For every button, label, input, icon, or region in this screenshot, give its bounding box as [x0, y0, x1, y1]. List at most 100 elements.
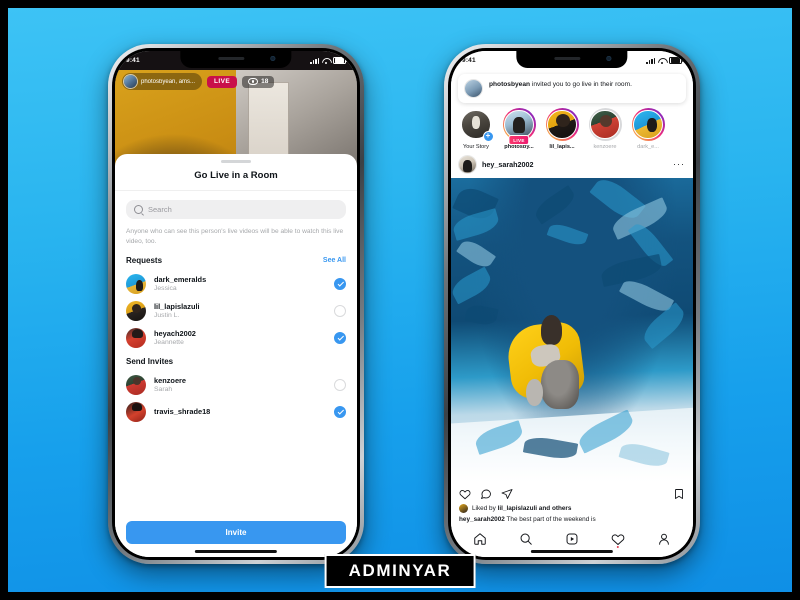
- caption-author[interactable]: hey_sarah2002: [459, 516, 505, 523]
- live-header-bar: photosbyean, ams... LIVE 18: [115, 73, 357, 90]
- search-input[interactable]: Search: [126, 200, 346, 219]
- live-participants-pill[interactable]: photosbyean, ams...: [122, 73, 203, 90]
- left-phone-screen: photosbyean, ams... LIVE 18 Go Live in a…: [115, 51, 357, 557]
- adminyar-watermark: ADMINYAR: [324, 554, 476, 588]
- nav-search-icon[interactable]: [519, 532, 533, 546]
- list-item-username: travis_shrade18: [154, 407, 211, 417]
- list-item[interactable]: lil_lapislazuli Justin L.: [115, 297, 357, 324]
- story-item-kenzoere[interactable]: kenzoere: [586, 108, 624, 150]
- post-caption: hey_sarah2002 The best part of the weeke…: [451, 513, 693, 525]
- story-item-lil-lapis[interactable]: lil_lapis...: [543, 108, 581, 150]
- requests-title: Requests: [126, 256, 163, 266]
- liker-avatar: [459, 504, 468, 514]
- selection-checkbox[interactable]: [334, 405, 346, 418]
- front-camera-icon: [606, 56, 612, 61]
- status-indicators: [646, 56, 684, 65]
- live-invite-notification[interactable]: photosbyean invited you to go live in th…: [458, 74, 686, 103]
- avatar: [465, 80, 482, 97]
- invite-button[interactable]: Invite: [126, 521, 346, 544]
- feed-top-section: photosbyean invited you to go live in th…: [451, 51, 693, 178]
- list-item[interactable]: heyach2002 Jeannette: [115, 324, 357, 351]
- share-icon[interactable]: [501, 488, 513, 500]
- earpiece-speaker: [554, 57, 581, 60]
- story-item-your-story[interactable]: + Your Story: [457, 108, 495, 150]
- story-ring: [588, 108, 622, 141]
- list-item[interactable]: dark_emeralds Jessica: [115, 270, 357, 297]
- list-item-username: kenzoere: [154, 376, 187, 386]
- selection-checkbox[interactable]: [334, 331, 346, 344]
- likes-username[interactable]: lil_lapislazuli: [498, 505, 537, 512]
- right-phone-notch: [516, 51, 628, 68]
- status-indicators: [310, 56, 348, 65]
- wifi-icon: [658, 58, 666, 64]
- nav-profile-icon[interactable]: [657, 532, 671, 546]
- home-indicator[interactable]: [194, 550, 278, 553]
- live-status-badge: LIVE: [207, 75, 238, 88]
- comment-icon[interactable]: [480, 488, 492, 500]
- list-item-realname: Justin L.: [154, 312, 180, 320]
- screenshot-canvas: photosbyean, ams... LIVE 18 Go Live in a…: [0, 0, 800, 600]
- bookmark-icon[interactable]: [673, 488, 685, 500]
- live-viewer-count-badge[interactable]: 18: [242, 75, 275, 88]
- story-live-badge: LIVE: [508, 135, 530, 145]
- stories-tray: + Your Story LIVE photosby... lil_lapis.…: [451, 103, 693, 151]
- front-camera-icon: [270, 56, 276, 61]
- post-image[interactable]: [451, 178, 693, 483]
- avatar: [126, 401, 146, 422]
- status-clock: 9:41: [462, 57, 476, 64]
- story-label: Your Story: [463, 144, 489, 150]
- home-indicator[interactable]: [530, 550, 614, 553]
- requests-section-header: Requests See All: [115, 256, 357, 270]
- avatar: [126, 327, 146, 348]
- add-story-plus-icon[interactable]: +: [482, 131, 494, 142]
- post-author[interactable]: hey_sarah2002: [482, 160, 667, 169]
- nav-activity-heart-icon[interactable]: [611, 532, 625, 548]
- story-item-photosbyean[interactable]: LIVE photosby...: [500, 108, 538, 150]
- likes-text: Liked by lil_lapislazuli and others: [472, 505, 571, 512]
- selection-checkbox[interactable]: [334, 304, 346, 317]
- selection-checkbox[interactable]: [334, 378, 346, 391]
- list-item-meta: travis_shrade18: [154, 407, 326, 416]
- post-header: hey_sarah2002 ···: [451, 151, 693, 178]
- list-item-meta: kenzoere Sarah: [154, 376, 326, 393]
- story-item-dark-emeralds[interactable]: dark_e...: [629, 108, 667, 150]
- subject-dog: [540, 360, 580, 410]
- selection-checkbox[interactable]: [334, 277, 346, 290]
- likes-prefix: Liked by: [472, 505, 498, 513]
- list-item-realname: Jessica: [154, 285, 177, 293]
- eye-icon: [248, 78, 259, 85]
- avatar: [126, 300, 146, 321]
- list-item-meta: lil_lapislazuli Justin L.: [154, 302, 326, 319]
- likes-suffix: and others: [537, 505, 572, 513]
- avatar[interactable]: [459, 156, 476, 173]
- post-menu-icon[interactable]: ···: [673, 160, 685, 169]
- notification-actor: photosbyean: [489, 81, 531, 88]
- subject-head: [540, 314, 563, 346]
- story-ring: +: [459, 108, 494, 142]
- earpiece-speaker: [218, 57, 245, 60]
- wifi-icon: [322, 58, 330, 64]
- nav-home-icon[interactable]: [473, 532, 487, 546]
- post-actions: [451, 482, 693, 503]
- story-label: lil_lapis...: [549, 144, 575, 150]
- send-invites-title: Send Invites: [126, 357, 174, 367]
- list-item[interactable]: kenzoere Sarah: [115, 371, 357, 398]
- story-ring: [631, 108, 665, 141]
- see-all-link[interactable]: See All: [323, 257, 346, 264]
- live-participants-label: photosbyean, ams...: [141, 78, 196, 85]
- list-item-username: heyach2002: [154, 329, 196, 339]
- list-item-username: lil_lapislazuli: [154, 302, 200, 312]
- live-participant-avatar: [124, 75, 137, 88]
- post-likes-row: Liked by lil_lapislazuli and others: [451, 503, 693, 514]
- story-ring: LIVE: [502, 108, 536, 145]
- search-placeholder: Search: [148, 205, 172, 214]
- right-phone-bezel: photosbyean invited you to go live in th…: [448, 48, 696, 560]
- like-heart-icon[interactable]: [459, 488, 471, 500]
- story-label: dark_e...: [637, 144, 659, 150]
- list-item-realname: Sarah: [154, 386, 173, 394]
- instagram-feed: photosbyean invited you to go live in th…: [451, 51, 693, 557]
- search-section: Search: [115, 191, 357, 219]
- list-item-realname: Jeannette: [154, 339, 184, 347]
- nav-reels-icon[interactable]: [565, 532, 579, 546]
- list-item[interactable]: travis_shrade18: [115, 398, 357, 425]
